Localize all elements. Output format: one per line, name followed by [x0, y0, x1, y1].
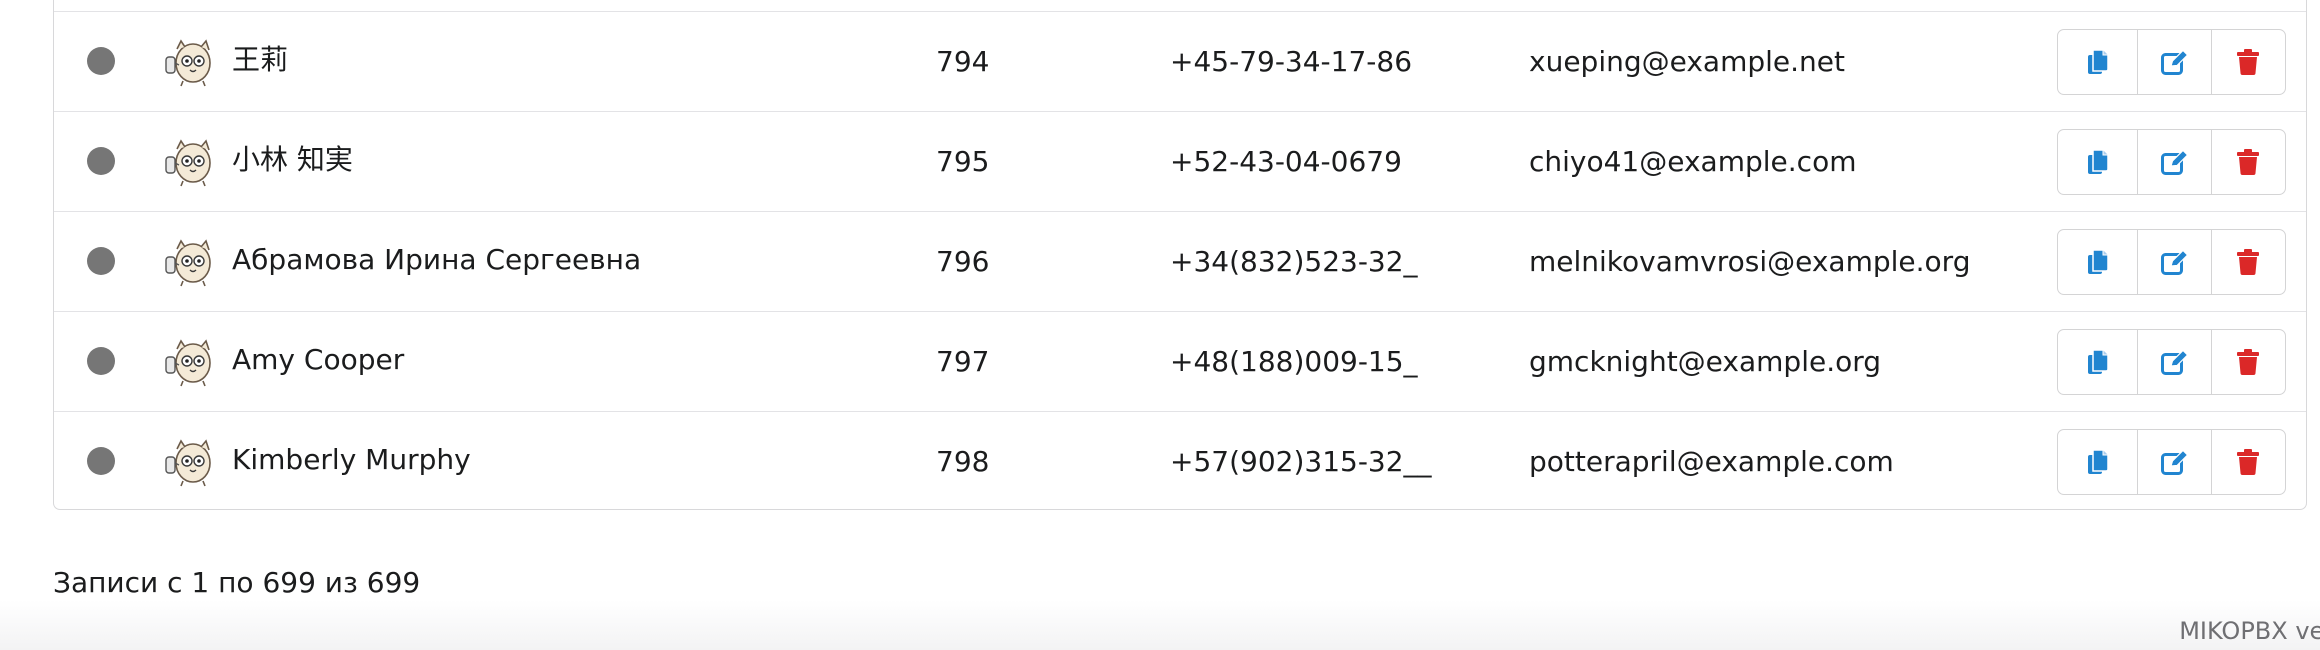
avatar-icon: [165, 39, 211, 87]
delete-button[interactable]: [2212, 130, 2284, 194]
email: potterapril@example.com: [1529, 445, 1894, 478]
edit-button[interactable]: [2138, 330, 2212, 394]
trash-icon: [2237, 149, 2259, 175]
status-dot-icon: [87, 347, 115, 375]
edit-button[interactable]: [2138, 30, 2212, 94]
edit-button[interactable]: [2138, 430, 2212, 494]
contact-name: Kimberly Murphy: [232, 443, 471, 476]
contact-name: 小林 知実: [232, 143, 353, 176]
copy-button[interactable]: [2058, 230, 2138, 294]
delete-button[interactable]: [2212, 430, 2284, 494]
extension-number: 796: [936, 245, 990, 278]
row-actions: [2057, 329, 2286, 395]
edit-icon: [2160, 449, 2188, 475]
avatar-icon: [165, 339, 211, 387]
delete-button[interactable]: [2212, 230, 2284, 294]
table-row[interactable]: 小林 知実 795 +52-43-04-0679 chiyo41@example…: [54, 111, 2306, 211]
mobile-phone: +52-43-04-0679: [1170, 145, 1402, 178]
extension-number: 797: [936, 345, 990, 378]
copy-icon: [2087, 49, 2109, 74]
table-row[interactable]: Amy Cooper 797 +48(188)009-15_ gmcknight…: [54, 311, 2306, 411]
row-actions: [2057, 429, 2286, 495]
contact-name: Amy Cooper: [232, 343, 405, 376]
table-row[interactable]: Абрамова Ирина Сергеевна 796 +34(832)523…: [54, 211, 2306, 311]
contact-name: Абрамова Ирина Сергеевна: [232, 243, 642, 276]
trash-icon: [2237, 249, 2259, 275]
copy-button[interactable]: [2058, 30, 2138, 94]
version-label: MIKOPBX ver: 20: [2179, 617, 2320, 645]
extensions-table: 王莉 794 +45-79-34-17-86 xueping@example.n…: [53, 0, 2307, 510]
avatar-icon: [165, 439, 211, 487]
email: chiyo41@example.com: [1529, 145, 1857, 178]
avatar-icon: [165, 139, 211, 187]
edit-button[interactable]: [2138, 130, 2212, 194]
status-dot-icon: [87, 147, 115, 175]
copy-icon: [2087, 449, 2109, 474]
copy-icon: [2087, 249, 2109, 274]
mobile-phone: +57(902)315-32__: [1170, 445, 1432, 478]
contact-name: 王莉: [232, 43, 289, 76]
copy-button[interactable]: [2058, 430, 2138, 494]
edit-icon: [2160, 49, 2188, 75]
edit-icon: [2160, 249, 2188, 275]
copy-icon: [2087, 349, 2109, 374]
extension-number: 798: [936, 445, 990, 478]
delete-button[interactable]: [2212, 330, 2284, 394]
mobile-phone: +48(188)009-15_: [1170, 345, 1418, 378]
edit-icon: [2160, 149, 2188, 175]
copy-button[interactable]: [2058, 130, 2138, 194]
row-actions: [2057, 29, 2286, 95]
mobile-phone: +45-79-34-17-86: [1170, 45, 1413, 78]
table-row[interactable]: Kimberly Murphy 798 +57(902)315-32__ pot…: [54, 411, 2306, 511]
extensions-page: 王莉 794 +45-79-34-17-86 xueping@example.n…: [0, 0, 2320, 650]
row-actions: [2057, 129, 2286, 195]
extension-number: 795: [936, 145, 990, 178]
footer-bar: [0, 600, 2320, 650]
avatar-icon: [165, 239, 211, 287]
copy-icon: [2087, 149, 2109, 174]
email: gmcknight@example.org: [1529, 345, 1882, 378]
records-info: Записи с 1 по 699 из 699: [53, 566, 421, 599]
delete-button[interactable]: [2212, 30, 2284, 94]
table-row[interactable]: 王莉 794 +45-79-34-17-86 xueping@example.n…: [54, 11, 2306, 111]
extension-number: 794: [936, 45, 990, 78]
status-dot-icon: [87, 47, 115, 75]
status-dot-icon: [87, 247, 115, 275]
edit-icon: [2160, 349, 2188, 375]
trash-icon: [2237, 449, 2259, 475]
copy-button[interactable]: [2058, 330, 2138, 394]
email: xueping@example.net: [1529, 45, 1845, 78]
trash-icon: [2237, 49, 2259, 75]
trash-icon: [2237, 349, 2259, 375]
row-actions: [2057, 229, 2286, 295]
email: melnikovamvrosi@example.org: [1529, 245, 1971, 278]
status-dot-icon: [87, 447, 115, 475]
edit-button[interactable]: [2138, 230, 2212, 294]
mobile-phone: +34(832)523-32_: [1170, 245, 1418, 278]
